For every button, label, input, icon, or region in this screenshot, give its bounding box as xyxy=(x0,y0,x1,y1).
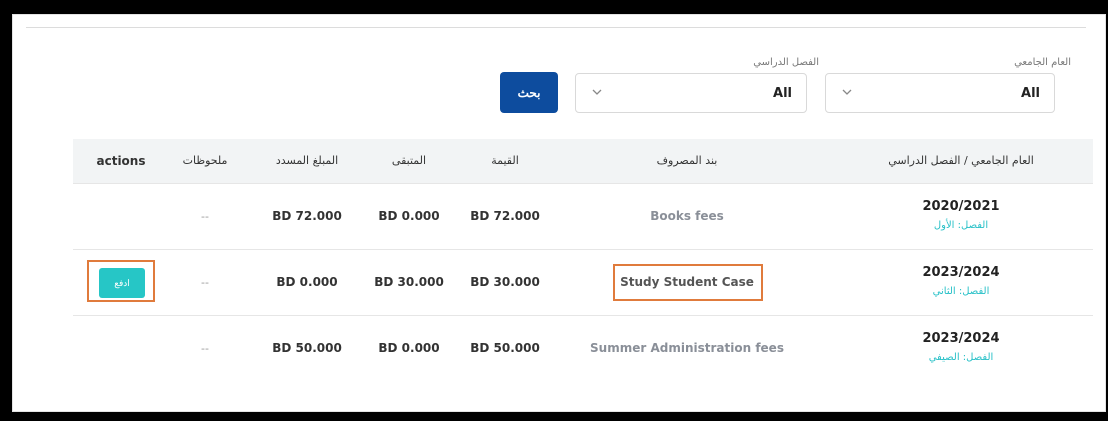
row-notes: -- xyxy=(201,342,209,355)
header-remaining: المتبقى xyxy=(391,154,427,167)
row-year: 2023/2024 xyxy=(922,265,1000,280)
header-year-semester: العام الجامعي / الفصل الدراسي xyxy=(888,154,1034,167)
row-paid: BD 0.000 xyxy=(276,275,338,289)
row-value: BD 72.000 xyxy=(470,209,540,223)
row-paid: BD 72.000 xyxy=(272,209,342,223)
semester-select[interactable]: All xyxy=(575,73,807,113)
year-filter-label: العام الجامعي xyxy=(1014,57,1071,68)
table-header: العام الجامعي / الفصل الدراسي بند المصرو… xyxy=(73,139,1093,183)
row-divider xyxy=(73,249,1093,250)
year-select[interactable]: All xyxy=(825,73,1055,113)
row-semester: الفصل: الثاني xyxy=(932,286,990,297)
row-remaining: BD 0.000 xyxy=(378,341,440,355)
header-paid: المبلغ المسدد xyxy=(275,154,339,167)
top-divider xyxy=(26,27,1086,28)
chevron-down-icon xyxy=(592,89,602,95)
fees-panel: العام الجامعي All الفصل الدراسي All بحث … xyxy=(12,14,1106,412)
row-year: 2020/2021 xyxy=(922,199,1000,214)
row-remaining: BD 0.000 xyxy=(378,209,440,223)
row-notes: -- xyxy=(201,210,209,223)
row-year: 2023/2024 xyxy=(922,331,1000,346)
row-divider xyxy=(73,315,1093,316)
row-value: BD 30.000 xyxy=(470,275,540,289)
header-actions: actions xyxy=(96,154,146,168)
row-expense-item: Books fees xyxy=(650,209,724,223)
header-expense-item: بند المصروف xyxy=(656,154,718,167)
semester-filter-label: الفصل الدراسي xyxy=(753,57,819,68)
row-semester: الفصل: الصيفي xyxy=(928,352,994,363)
row-expense-item: Summer Administration fees xyxy=(590,341,784,355)
pay-button[interactable]: ادفع xyxy=(99,268,145,298)
header-notes: ملحوظات xyxy=(182,154,228,167)
row-notes: -- xyxy=(201,276,209,289)
search-button[interactable]: بحث xyxy=(500,72,558,113)
row-semester: الفصل: الأول xyxy=(933,220,989,231)
row-value: BD 50.000 xyxy=(470,341,540,355)
header-value: القيمة xyxy=(491,154,519,167)
row-remaining: BD 30.000 xyxy=(374,275,444,289)
semester-select-value: All xyxy=(773,86,792,101)
row-divider xyxy=(73,183,1093,184)
row-paid: BD 50.000 xyxy=(272,341,342,355)
row-expense-item: Study Student Case xyxy=(620,275,754,289)
chevron-down-icon xyxy=(842,89,852,95)
year-select-value: All xyxy=(1021,86,1040,101)
